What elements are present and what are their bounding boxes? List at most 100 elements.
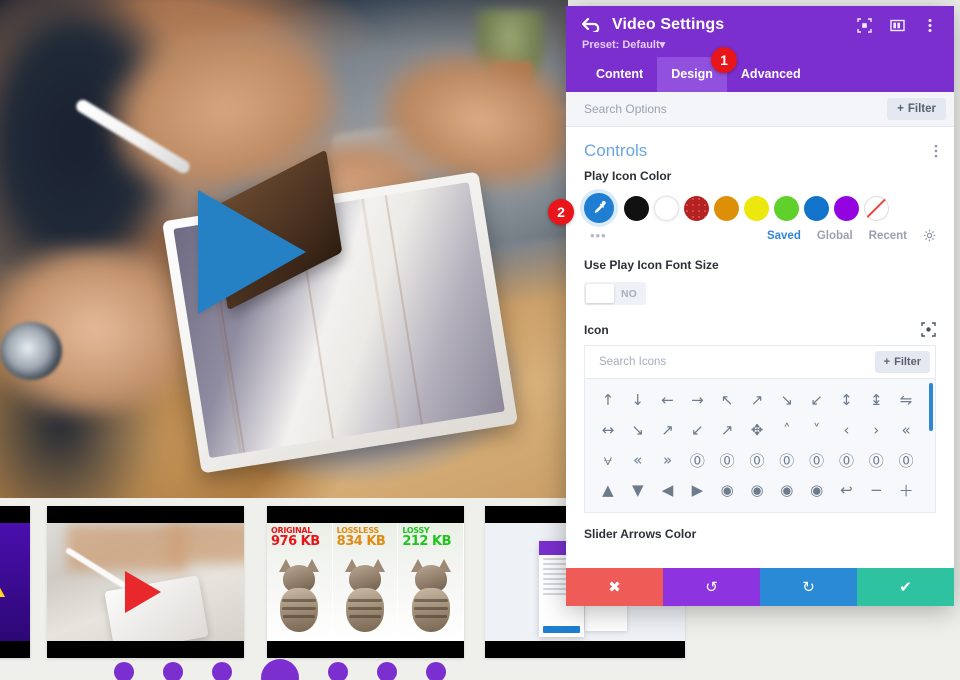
icon-option[interactable]: ↗ xyxy=(712,415,742,445)
icon-option[interactable]: ↖ xyxy=(712,385,742,415)
icon-option[interactable]: ⇋ xyxy=(891,385,921,415)
icon-option[interactable]: ↙ xyxy=(682,415,712,445)
swatch-more-icon[interactable]: ••• xyxy=(590,229,607,242)
swatch-tab-saved[interactable]: Saved xyxy=(767,230,801,242)
icon-option[interactable]: ⊖ xyxy=(653,505,683,512)
icon-filter-button[interactable]: + Filter xyxy=(874,351,930,373)
undo-button[interactable]: ↺ xyxy=(663,568,760,606)
icon-option[interactable]: ＋ xyxy=(891,475,921,505)
thumbnail-item[interactable] xyxy=(0,506,30,658)
icon-grid-scrollbar[interactable] xyxy=(929,383,933,431)
icon-option[interactable]: ⓪ xyxy=(861,445,891,475)
icon-option[interactable]: ⓪ xyxy=(772,445,802,475)
responsive-target-icon[interactable] xyxy=(921,322,936,337)
icon-option[interactable]: ⊗ xyxy=(712,505,742,512)
icon-option[interactable]: ◀ xyxy=(653,475,683,505)
color-swatch-black[interactable] xyxy=(624,195,649,221)
icon-option[interactable]: ↗ xyxy=(653,415,683,445)
icon-option[interactable]: ↨ xyxy=(861,385,891,415)
icon-search-input[interactable] xyxy=(599,356,875,368)
icon-option[interactable]: « xyxy=(891,415,921,445)
slider-pagination[interactable] xyxy=(0,659,560,680)
icon-option[interactable]: ✥ xyxy=(742,415,772,445)
swatch-tab-recent[interactable]: Recent xyxy=(869,230,907,242)
split-layout-icon[interactable] xyxy=(889,17,905,33)
pagination-dot[interactable] xyxy=(212,662,232,680)
back-arrow-icon[interactable] xyxy=(582,16,602,34)
icon-option[interactable]: ⓪ xyxy=(712,445,742,475)
icon-option[interactable]: ↩ xyxy=(832,475,862,505)
pagination-dot[interactable] xyxy=(114,662,134,680)
icon-option[interactable]: × xyxy=(593,505,623,512)
icon-option[interactable]: ⓪ xyxy=(802,445,832,475)
color-swatch-orange[interactable] xyxy=(714,195,739,221)
icon-option[interactable]: ⊕ xyxy=(682,505,712,512)
tab-advanced[interactable]: Advanced xyxy=(727,57,815,92)
icon-option[interactable]: ⌕ xyxy=(802,505,832,512)
pagination-dot[interactable] xyxy=(426,662,446,680)
icon-option[interactable]: ↕ xyxy=(832,385,862,415)
responsive-view-icon[interactable] xyxy=(856,17,872,33)
icon-option[interactable]: ◉ xyxy=(802,475,832,505)
section-more-icon[interactable] xyxy=(934,144,938,158)
color-swatch-green[interactable] xyxy=(774,195,799,221)
thumbnail-item[interactable] xyxy=(47,506,244,658)
color-swatch-white[interactable] xyxy=(654,195,679,221)
icon-option[interactable]: ↘ xyxy=(623,415,653,445)
icon-option[interactable]: ⊙ xyxy=(742,505,772,512)
icon-option[interactable]: ‹ xyxy=(832,415,862,445)
redo-button[interactable]: ↻ xyxy=(760,568,857,606)
filter-button[interactable]: + Filter xyxy=(887,98,946,120)
cancel-button[interactable]: ✖ xyxy=(566,568,663,606)
swatch-tab-global[interactable]: Global xyxy=(817,230,853,242)
icon-option[interactable]: ↘ xyxy=(772,385,802,415)
search-options-input[interactable] xyxy=(584,102,888,116)
icon-option[interactable]: □ xyxy=(861,505,891,512)
icon-option[interactable]: → xyxy=(682,385,712,415)
color-swatch-dark-red[interactable] xyxy=(684,195,709,221)
tab-content[interactable]: Content xyxy=(582,57,657,92)
icon-option[interactable]: ˄ xyxy=(772,415,802,445)
pagination-dot[interactable] xyxy=(163,662,183,680)
icon-option[interactable]: ↗ xyxy=(742,385,772,415)
icon-option[interactable]: ↑ xyxy=(593,385,623,415)
icon-option[interactable]: » xyxy=(653,445,683,475)
color-swatch-none[interactable] xyxy=(864,195,889,221)
icon-option[interactable]: ◉ xyxy=(772,475,802,505)
more-options-icon[interactable] xyxy=(922,17,938,33)
icon-option[interactable]: ⓪ xyxy=(682,445,712,475)
eyedropper-icon[interactable] xyxy=(584,193,614,223)
icon-option[interactable]: ▣ xyxy=(891,505,921,512)
thumbnail-item[interactable]: ORIGINAL 976 KB LOSSLESS 834 KB LOSSY 21… xyxy=(267,506,464,658)
icon-option[interactable]: « xyxy=(623,445,653,475)
play-icon-font-size-toggle[interactable]: NO xyxy=(584,282,646,305)
icon-option[interactable]: ↙ xyxy=(802,385,832,415)
icon-option[interactable]: ← xyxy=(653,385,683,415)
hero-video-module[interactable] xyxy=(0,0,568,498)
icon-option[interactable]: ˅ xyxy=(802,415,832,445)
icon-option[interactable]: ↔ xyxy=(593,415,623,445)
icon-option[interactable]: ⌕ xyxy=(772,505,802,512)
icon-option[interactable]: ⩝ xyxy=(593,445,623,475)
color-swatch-blue[interactable] xyxy=(804,195,829,221)
icon-option[interactable]: ▲ xyxy=(593,475,623,505)
save-button[interactable]: ✔ xyxy=(857,568,954,606)
icon-option[interactable]: ⓪ xyxy=(891,445,921,475)
icon-option[interactable]: ⌕ xyxy=(832,505,862,512)
icon-option[interactable]: › xyxy=(861,415,891,445)
icon-option[interactable]: ▶ xyxy=(682,475,712,505)
icon-option[interactable]: ⓪ xyxy=(832,445,862,475)
pagination-dot[interactable] xyxy=(328,662,348,680)
icon-option[interactable]: ▼ xyxy=(623,475,653,505)
icon-option[interactable]: ◉ xyxy=(742,475,772,505)
icon-option[interactable]: ◉ xyxy=(712,475,742,505)
icon-option[interactable]: − xyxy=(861,475,891,505)
preset-selector[interactable]: Preset: Default▾ xyxy=(582,38,938,51)
icon-option[interactable]: ↓ xyxy=(623,385,653,415)
color-swatch-yellow[interactable] xyxy=(744,195,769,221)
icon-option[interactable]: ⓪ xyxy=(742,445,772,475)
icon-option[interactable]: ✓ xyxy=(623,505,653,512)
color-swatch-purple[interactable] xyxy=(834,195,859,221)
gear-icon[interactable] xyxy=(923,229,936,242)
play-button-overlay[interactable] xyxy=(198,190,306,314)
